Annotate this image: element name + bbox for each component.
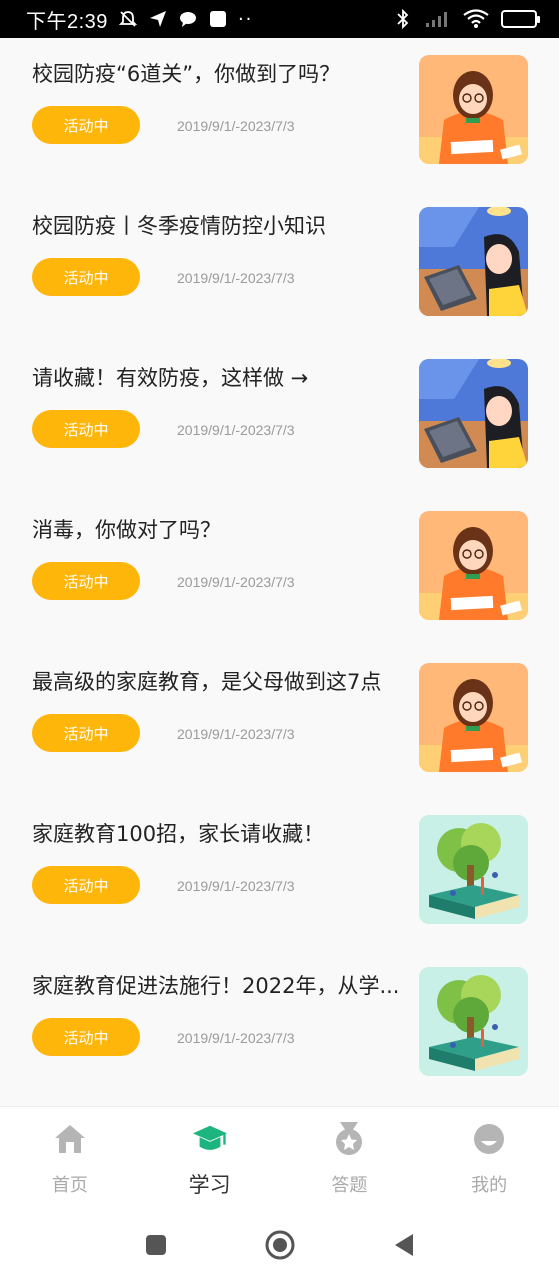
status-bar: 下午2:39 ·· 69: [0, 0, 559, 38]
status-time: 下午2:39: [26, 10, 108, 33]
list-item[interactable]: 消毒，你做对了吗？ 活动中 2019/9/1/-2023/7/3: [0, 494, 559, 646]
item-thumbnail-tree-book: [419, 815, 528, 924]
status-badge: 活动中: [32, 258, 140, 296]
list-item[interactable]: 最高级的家庭教育，是父母做到这7点 活动中 2019/9/1/-2023/7/3: [0, 646, 559, 798]
system-navigation-bar: [0, 1210, 559, 1280]
more-notifications-dots: ··: [237, 8, 254, 30]
back-triangle-icon[interactable]: [389, 1230, 419, 1260]
muted-bell-icon: [118, 9, 138, 29]
list-item[interactable]: 家庭教育促进法施行！2022年，从学... 活动中 2019/9/1/-2023…: [0, 950, 559, 1102]
status-badge: 活动中: [32, 714, 140, 752]
item-thumbnail-girl-studying: [419, 55, 528, 164]
item-date: 2019/9/1/-2023/7/3: [177, 574, 295, 590]
item-thumbnail-girl-laptop: [419, 359, 528, 468]
item-title: 请收藏！有效防疫，这样做 →: [32, 366, 309, 390]
item-title: 校园防疫丨冬季疫情防控小知识: [32, 214, 326, 238]
item-thumbnail-girl-studying: [419, 511, 528, 620]
item-title: 消毒，你做对了吗？: [32, 518, 221, 542]
item-title: 最高级的家庭教育，是父母做到这7点: [32, 670, 382, 694]
home-circle-icon[interactable]: [265, 1230, 295, 1260]
status-badge: 活动中: [32, 866, 140, 904]
tab-study[interactable]: 学习: [140, 1107, 280, 1210]
status-badge: 活动中: [32, 106, 140, 144]
item-date: 2019/9/1/-2023/7/3: [177, 726, 295, 742]
recents-square-icon[interactable]: [141, 1230, 171, 1260]
item-title: 校园防疫“6道关”，你做到了吗？: [32, 62, 341, 86]
tab-home[interactable]: 首页: [0, 1107, 140, 1210]
item-date: 2019/9/1/-2023/7/3: [177, 878, 295, 894]
item-date: 2019/9/1/-2023/7/3: [177, 1030, 295, 1046]
send-icon: [148, 9, 168, 29]
square-app-icon: [208, 9, 228, 29]
item-thumbnail-tree-book: [419, 967, 528, 1076]
item-date: 2019/9/1/-2023/7/3: [177, 118, 295, 134]
tab-label: 我的: [471, 1175, 508, 1196]
profile-icon: [471, 1121, 507, 1157]
list-item[interactable]: 校园防疫丨冬季疫情防控小知识 活动中 2019/9/1/-2023/7/3: [0, 190, 559, 342]
bottom-tab-bar: 首页 学习 答题 我的: [0, 1106, 559, 1210]
list-item[interactable]: 校园防疫“6道关”，你做到了吗？ 活动中 2019/9/1/-2023/7/3: [0, 38, 559, 190]
bluetooth-icon: [393, 9, 413, 29]
tab-profile[interactable]: 我的: [419, 1107, 559, 1210]
wifi-icon: [463, 9, 489, 29]
home-icon: [52, 1121, 88, 1157]
status-badge: 活动中: [32, 562, 140, 600]
list-item[interactable]: 家庭教育100招，家长请收藏！ 活动中 2019/9/1/-2023/7/3: [0, 798, 559, 950]
tab-label: 首页: [51, 1175, 88, 1196]
item-title: 家庭教育100招，家长请收藏！: [32, 822, 325, 846]
article-list[interactable]: 校园防疫“6道关”，你做到了吗？ 活动中 2019/9/1/-2023/7/3 …: [0, 38, 559, 1106]
graduation-cap-icon: [192, 1121, 228, 1157]
item-date: 2019/9/1/-2023/7/3: [177, 422, 295, 438]
tab-quiz[interactable]: 答题: [280, 1107, 420, 1210]
status-badge: 活动中: [32, 410, 140, 448]
battery-indicator: 69: [501, 10, 540, 28]
tab-label: 答题: [331, 1175, 368, 1196]
item-title: 家庭教育促进法施行！2022年，从学...: [32, 974, 400, 998]
signal-icon: [425, 9, 451, 29]
item-thumbnail-girl-studying: [419, 663, 528, 772]
item-date: 2019/9/1/-2023/7/3: [177, 270, 295, 286]
list-item[interactable]: 请收藏！有效防疫，这样做 → 活动中 2019/9/1/-2023/7/3: [0, 342, 559, 494]
status-badge: 活动中: [32, 1018, 140, 1056]
medal-icon: [331, 1121, 367, 1157]
tab-label: 学习: [188, 1173, 231, 1197]
chat-bubble-icon: [178, 9, 198, 29]
item-thumbnail-girl-laptop: [419, 207, 528, 316]
